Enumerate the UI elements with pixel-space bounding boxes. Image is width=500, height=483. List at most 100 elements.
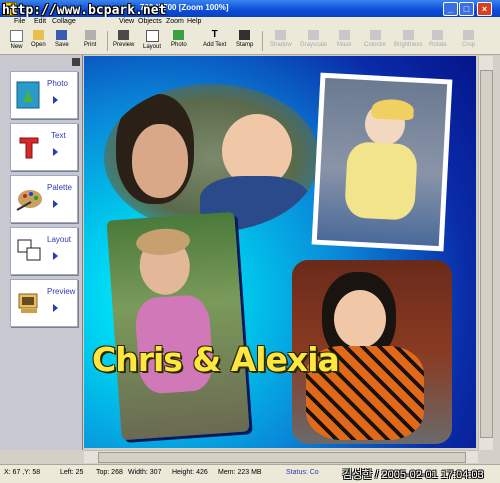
status-width: Width: 307: [128, 469, 162, 476]
status-memory: Mem: 223 MB: [218, 469, 262, 476]
photo-button[interactable]: Photo: [171, 30, 187, 48]
preview-button[interactable]: Preview: [113, 30, 134, 48]
status-height: Height: 426: [172, 469, 208, 476]
sidebar-item-photo[interactable]: Photo: [10, 71, 78, 119]
text-t-icon: T: [211, 29, 218, 40]
menu-bar: File Edit Collage View Objects Zoom Help: [0, 17, 500, 28]
photo-detail: [371, 98, 415, 121]
status-coords: X: 67 ,Y: 58: [4, 469, 41, 476]
printer-icon: [84, 30, 96, 40]
mask-label: Mask: [337, 42, 352, 48]
open-label: Open: [31, 42, 46, 48]
save-button[interactable]: Save: [55, 30, 69, 48]
crop-label: Crop: [462, 42, 476, 48]
stamp-button[interactable]: Stamp: [236, 30, 253, 48]
maximize-button[interactable]: □: [459, 2, 474, 16]
toolbar: New Open Save Print Preview Layout Photo…: [0, 28, 500, 55]
sidebar-item-layout[interactable]: Layout: [10, 227, 78, 275]
print-button[interactable]: Print: [84, 30, 96, 48]
close-button[interactable]: ×: [477, 2, 492, 16]
toolbar-separator: [107, 31, 108, 51]
photo-detail: [344, 141, 418, 221]
status-top: Top: 268: [96, 469, 123, 476]
scroll-thumb[interactable]: [480, 70, 493, 438]
sidebar-item-palette[interactable]: Palette: [10, 175, 78, 223]
save-label: Save: [55, 42, 69, 48]
open-button[interactable]: Open: [31, 30, 46, 48]
menu-objects[interactable]: Objects: [138, 18, 162, 25]
shadow-button[interactable]: Shadow: [270, 30, 292, 48]
layout-grid-icon: [145, 30, 159, 42]
brightness-icon: [402, 30, 414, 40]
status-text: Status: Co: [286, 469, 319, 476]
rotate-label: Rotate: [429, 42, 447, 48]
add-text-label: Add Text: [203, 42, 227, 48]
status-left: Left: 25: [60, 469, 84, 476]
sidebar-label-preview: Preview: [47, 287, 76, 296]
sidebar-item-text[interactable]: Text: [10, 123, 78, 171]
colorize-button[interactable]: Colorize: [364, 30, 386, 48]
layout-button[interactable]: Layout: [143, 30, 161, 50]
colorize-icon: [369, 30, 381, 40]
colorize-label: Colorize: [364, 42, 387, 48]
sidebar-item-preview[interactable]: Preview: [10, 279, 78, 327]
vertical-scrollbar[interactable]: [478, 56, 493, 450]
photo-detail: [334, 290, 386, 348]
menu-zoom[interactable]: Zoom: [166, 18, 184, 25]
crop-icon: [463, 30, 474, 40]
sidebar-label-text: Text: [51, 131, 66, 140]
arrow-right-icon: [53, 200, 58, 208]
photo-detail: [132, 124, 188, 198]
new-button[interactable]: New: [10, 30, 23, 50]
preview-computer-icon: [18, 293, 38, 313]
brightness-button[interactable]: Brightness: [394, 30, 422, 48]
photo-baby-yellow-hat[interactable]: [311, 72, 453, 252]
preview-label: Preview: [113, 42, 135, 48]
watermark-url: http://www.bcpark.net: [2, 3, 167, 18]
crop-button[interactable]: Crop: [462, 30, 475, 48]
layout-label: Layout: [143, 44, 162, 50]
menu-view[interactable]: View: [119, 18, 134, 25]
print-label: Print: [84, 42, 97, 48]
photo-mother-and-baby[interactable]: [104, 84, 319, 232]
arrow-right-icon: [53, 96, 58, 104]
photo-detail: [316, 77, 448, 247]
sidebar-label-palette: Palette: [47, 183, 72, 192]
sidebar-label-photo: Photo: [47, 79, 68, 88]
rotate-button[interactable]: Rotate: [429, 30, 447, 48]
stamp-icon: [239, 30, 251, 40]
photo-label: Photo: [171, 42, 187, 48]
folder-open-icon: [32, 30, 44, 40]
menu-edit[interactable]: Edit: [34, 18, 46, 25]
minimize-button[interactable]: _: [443, 2, 458, 16]
mask-button[interactable]: Mask: [337, 30, 351, 48]
collage-caption[interactable]: Chris & Alexia: [92, 340, 340, 379]
add-text-button[interactable]: T Add Text: [203, 29, 227, 49]
layout-frames-icon: [17, 239, 41, 261]
mask-icon: [338, 30, 350, 40]
collage-canvas[interactable]: [84, 56, 476, 448]
menu-collage[interactable]: Collage: [52, 18, 76, 25]
tool-sidebar: Photo Text Palette Layout Preview: [0, 55, 83, 450]
photo-girl-pink-dress[interactable]: [106, 211, 250, 441]
date-stamp: 김성한 / 2005-02-01 17:04:03: [342, 469, 484, 481]
text-t-icon: [19, 137, 39, 159]
arrow-right-icon: [53, 252, 58, 260]
menu-file[interactable]: File: [14, 18, 25, 25]
photo-frame-icon: [16, 81, 40, 109]
sidebar-label-layout: Layout: [47, 235, 72, 244]
horizontal-scrollbar[interactable]: [84, 450, 478, 463]
grayscale-button[interactable]: Grayscale: [300, 30, 327, 48]
pin-icon[interactable]: [72, 58, 80, 66]
photo-icon: [173, 30, 185, 40]
brightness-label: Brightness: [394, 42, 423, 48]
stamp-label: Stamp: [236, 42, 254, 48]
shadow-label: Shadow: [270, 42, 292, 48]
new-doc-icon: [10, 30, 23, 42]
floppy-disk-icon: [56, 30, 68, 40]
new-label: New: [10, 44, 23, 50]
menu-help[interactable]: Help: [187, 18, 201, 25]
rotate-icon: [432, 30, 444, 40]
grayscale-label: Grayscale: [300, 42, 328, 48]
scroll-thumb[interactable]: [98, 452, 466, 463]
